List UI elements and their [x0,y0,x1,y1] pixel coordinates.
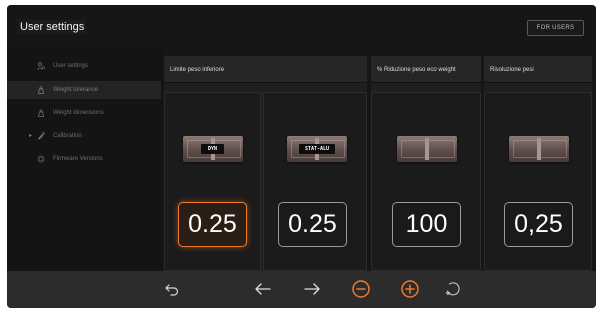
lower-weight-limit-panel: Limite peso inferiore DYN 0.25 STAT-ALU … [164,56,367,271]
dyn-value-field[interactable]: 0.25 [178,202,247,247]
eco-weight-tile[interactable]: 100 [371,92,481,271]
sidebar-item-label: Firmware Versions [53,156,103,162]
panel-header-label: Risoluzione pesi [490,67,534,73]
dyn-badge: DYN [201,144,224,154]
sidebar-item-label: User settings [53,63,89,69]
title-bar: User settings FOR USERS [7,5,596,47]
page-title-text: User settings [18,20,87,34]
weight-dimensions-icon [38,109,44,117]
sidebar-item-label: Weight dimensions [53,110,104,116]
bottom-toolbar [7,271,596,308]
page-title: User settings [18,20,87,34]
resolution-value-field[interactable]: 0,25 [504,202,573,247]
machine-image [509,136,569,162]
stat-alu-badge: STAT-ALU [299,144,335,154]
panel-header: % Riduzione peso eco weight [371,56,481,83]
arrow-left-icon[interactable] [253,279,273,299]
back-icon[interactable] [162,279,182,299]
eco-weight-reduction-panel: % Riduzione peso eco weight 100 [371,56,481,271]
for-users-button[interactable]: FOR USERS [527,20,584,36]
sidebar-item-calibration[interactable]: ▸ Calibration [7,127,161,145]
weight-icon [38,86,44,94]
arrow-right-icon[interactable] [302,279,322,299]
sidebar-item-weight-dimensions[interactable]: Weight dimensions [7,104,161,122]
machine-dyn-image: DYN [183,136,243,162]
reset-icon[interactable] [443,279,463,299]
sidebar-item-label: Weight tolerance [53,87,98,93]
panel-header: Limite peso inferiore [164,56,367,83]
user-settings-icon [37,62,45,70]
chevron-right-icon: ▸ [29,133,33,139]
minus-circle-icon[interactable] [351,279,371,299]
stat-alu-tile[interactable]: STAT-ALU 0.25 [263,92,367,271]
sidebar: User settings Weight tolerance Weight di… [7,47,163,271]
panel-header: Risoluzione pesi [484,56,592,83]
sidebar-item-weight-tolerance[interactable]: Weight tolerance [7,81,161,99]
main-content: User settings Weight tolerance Weight di… [7,47,596,271]
weight-resolution-panel: Risoluzione pesi 0,25 [484,56,592,271]
dyn-tile[interactable]: DYN 0.25 [164,92,261,271]
eco-weight-value-field[interactable]: 100 [392,202,461,247]
sidebar-item-label: Calibration [53,133,82,139]
sidebar-item-firmware-versions[interactable]: Firmware Versions [7,150,161,168]
panel-header-label: % Riduzione peso eco weight [377,67,456,73]
plus-circle-icon[interactable] [400,279,420,299]
machine-stat-alu-image: STAT-ALU [287,136,347,162]
panel-header-label: Limite peso inferiore [170,67,225,73]
firmware-icon [37,155,45,163]
resolution-tile[interactable]: 0,25 [484,92,592,271]
calibration-icon [37,132,45,140]
sidebar-item-user-settings[interactable]: User settings [7,57,161,75]
app-screen: User settings FOR USERS User settings We… [7,5,596,308]
machine-image [397,136,457,162]
stat-alu-value-field[interactable]: 0.25 [278,202,347,247]
